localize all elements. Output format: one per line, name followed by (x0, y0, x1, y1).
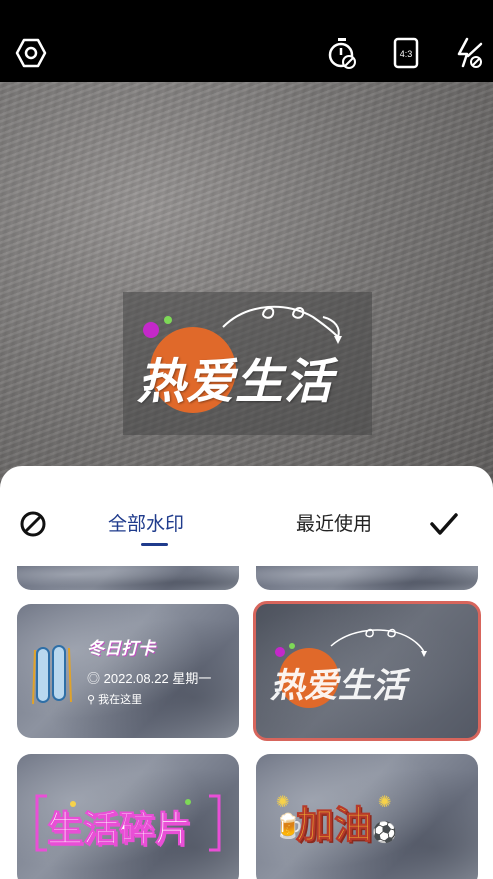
card-date-row: ◎ 2022.08.22 星期一 (87, 668, 211, 687)
card-title: 加油 (295, 803, 373, 848)
watermark-card-winter-checkin[interactable]: 冬日打卡 ◎ 2022.08.22 星期一 ⚲ 我在这里 (17, 604, 239, 738)
card-date: 2022.08.22 星期一 (103, 671, 212, 686)
active-tab-indicator (141, 543, 168, 546)
card-location-row: ⚲ 我在这里 (87, 691, 142, 707)
watermark-sheet: 全部水印 最近使用 冬日打卡 ◎ 2022.08.22 星期一 ⚲ 我在这里 热… (0, 466, 493, 879)
watermark-tabbar: 全部水印 最近使用 (0, 466, 493, 566)
card-location: 我在这里 (98, 694, 143, 706)
no-watermark-icon[interactable] (17, 508, 49, 540)
tab-all-watermarks[interactable]: 全部水印 (108, 509, 184, 536)
watermark-preview[interactable]: 热爱生活 (123, 292, 372, 435)
checkmark-icon[interactable] (428, 508, 460, 540)
flash-off-icon[interactable] (451, 36, 485, 70)
card-title: 生活碎片 (46, 809, 192, 851)
compass-icon: ◎ (87, 671, 101, 686)
firework-icon: ✺ (276, 794, 290, 811)
camera-toolbar: 4:3 (0, 0, 493, 82)
ski-icon (32, 645, 72, 705)
watermark-grid: 冬日打卡 ◎ 2022.08.22 星期一 ⚲ 我在这里 热爱生活 生活碎片 🍺… (0, 566, 493, 879)
watermark-card-life-fragments[interactable]: 生活碎片 (17, 754, 239, 879)
watermark-card-partial[interactable] (256, 566, 478, 590)
watermark-card-love-life[interactable]: 热爱生活 (253, 601, 481, 741)
watermark-card-cheer[interactable]: 🍺 加油 ⚽ ✺ ✺ (256, 754, 478, 879)
card-title: 热爱生活 (270, 666, 406, 706)
tab-recently-used[interactable]: 最近使用 (296, 509, 372, 536)
location-pin-icon: ⚲ (87, 694, 96, 706)
watermark-card-partial[interactable] (17, 566, 239, 590)
aspect-ratio-label: 4:3 (400, 49, 413, 59)
card-title: 冬日打卡 (87, 639, 155, 659)
timer-off-icon[interactable] (325, 36, 359, 70)
soccer-ball-icon: ⚽ (372, 822, 397, 844)
aspect-ratio-button[interactable]: 4:3 (389, 36, 423, 70)
watermark-preview-text: 热爱生活 (137, 354, 334, 410)
firework-icon: ✺ (378, 794, 392, 811)
settings-icon[interactable] (14, 36, 48, 70)
